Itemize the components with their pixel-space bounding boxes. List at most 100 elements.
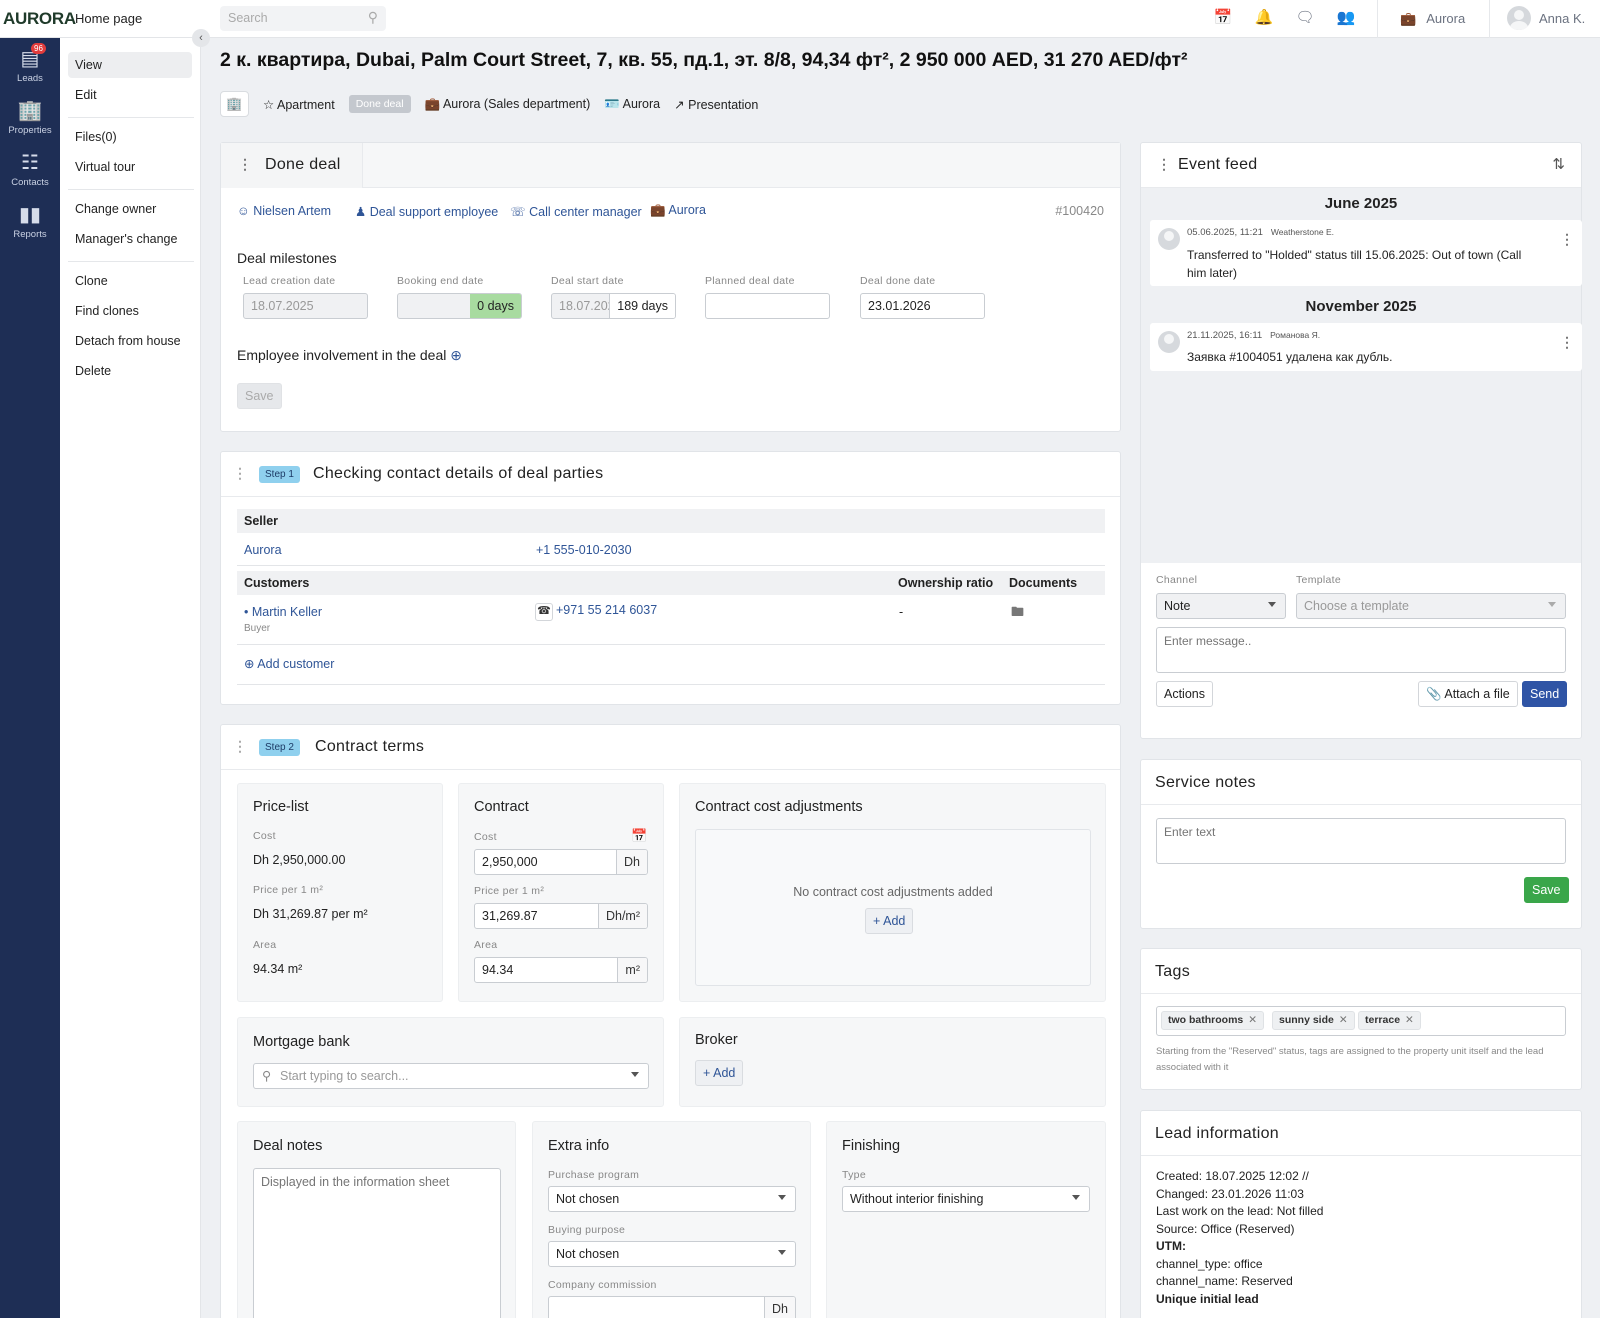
chevron-down-icon xyxy=(631,1072,639,1077)
submenu-clone[interactable]: Clone xyxy=(68,268,192,294)
add-customer-button[interactable]: ⊕ Add customer xyxy=(244,656,334,671)
customer-ownership: - xyxy=(899,605,904,619)
mortgage-search-input[interactable]: ⚲ Start typing to search... xyxy=(253,1063,649,1089)
submenu-view[interactable]: View xyxy=(68,52,192,78)
agency-crumb[interactable]: 💼 Aurora (Sales department) xyxy=(425,97,591,112)
remove-tag-icon[interactable]: ✕ xyxy=(1248,1014,1257,1026)
done-date-field[interactable]: 23.01.2026 xyxy=(860,293,985,319)
remove-tag-icon[interactable]: ✕ xyxy=(1405,1014,1414,1026)
app-logo[interactable]: AURORA xyxy=(3,9,76,29)
deal-agency[interactable]: 💼 Aurora xyxy=(650,203,706,218)
chevron-down-icon xyxy=(778,1195,786,1200)
submenu-find-clones[interactable]: Find clones xyxy=(68,298,192,324)
template-select[interactable]: Choose a template xyxy=(1296,593,1566,619)
planned-date-field[interactable] xyxy=(705,293,830,319)
ownership-header: Ownership ratio xyxy=(898,576,994,590)
purchase-program-label: Purchase program xyxy=(548,1169,640,1181)
submenu-files[interactable]: Files(0) xyxy=(68,124,192,150)
bell-icon[interactable]: 🔔 xyxy=(1254,8,1274,26)
deal-person-agent[interactable]: ☺ Nielsen Artem xyxy=(237,204,331,218)
search-input[interactable]: Search ⚲ xyxy=(220,6,386,31)
user-menu[interactable]: Anna K. xyxy=(1507,6,1585,30)
commission-field[interactable]: Dh xyxy=(548,1296,796,1318)
service-notes-save-button[interactable]: Save xyxy=(1524,877,1569,903)
search-icon: ⚲ xyxy=(262,1069,272,1083)
service-notes-header: Service notes xyxy=(1141,760,1581,805)
properties-icon: 🏢 xyxy=(17,100,43,122)
contract-cost-field[interactable]: 2,950,000 Dh xyxy=(474,849,648,875)
event-kebab-icon[interactable]: ⋮ xyxy=(1560,231,1574,248)
seller-phone[interactable]: +1 555-010-2030 xyxy=(536,543,632,557)
remove-tag-icon[interactable]: ✕ xyxy=(1339,1014,1348,1026)
phone-icon[interactable]: ☎ xyxy=(535,603,553,621)
search-placeholder: Search xyxy=(228,11,268,25)
sort-icon[interactable]: ⇅ xyxy=(1552,155,1565,173)
nav-reports-label: Reports xyxy=(13,229,47,240)
home-page-link[interactable]: Home page xyxy=(75,11,142,26)
nav-reports[interactable]: ▮▮ Reports xyxy=(0,202,60,240)
add-broker-button[interactable]: + Add xyxy=(695,1060,744,1086)
pricelist-cost-label: Cost xyxy=(253,830,276,842)
add-circle-icon[interactable]: ⊕ xyxy=(450,347,462,363)
submenu-edit[interactable]: Edit xyxy=(68,82,192,108)
deal-person-support[interactable]: ♟ Deal support employee xyxy=(355,204,498,219)
submenu-managers-change[interactable]: Manager's change xyxy=(68,226,192,252)
deal-save-button[interactable]: Save xyxy=(237,383,282,409)
tags-input[interactable]: two bathrooms ✕ sunny side ✕ terrace ✕ xyxy=(1156,1006,1566,1036)
collapse-menu-button[interactable]: ‹ xyxy=(192,29,210,47)
kebab-menu-icon[interactable]: ⋮ xyxy=(238,156,252,173)
calendar-icon[interactable]: 📅 xyxy=(631,828,647,844)
drag-handle-icon[interactable]: ⋮ xyxy=(233,738,247,755)
chat-icon[interactable]: 🗨 xyxy=(1295,8,1315,26)
owner-crumb[interactable]: 🪪 Aurora xyxy=(604,97,660,112)
nav-properties[interactable]: 🏢 Properties xyxy=(0,98,60,136)
deal-notes-title: Deal notes xyxy=(253,1138,323,1154)
broker-title: Broker xyxy=(695,1032,738,1048)
search-icon[interactable]: ⚲ xyxy=(368,9,378,26)
purchase-program-select[interactable]: Not chosen xyxy=(548,1186,796,1212)
adjustments-title: Contract cost adjustments xyxy=(695,799,863,815)
attach-file-button[interactable]: 📎 Attach a file xyxy=(1418,681,1518,707)
buying-purpose-select[interactable]: Not chosen xyxy=(548,1241,796,1267)
type-crumb[interactable]: ☆ Apartment xyxy=(263,97,335,112)
kebab-menu-icon[interactable]: ⋮ xyxy=(1157,156,1171,173)
deal-person-callcenter[interactable]: ☏ Call center manager xyxy=(510,204,642,219)
users-icon[interactable]: 👥 xyxy=(1336,8,1356,26)
submenu-virtual-tour[interactable]: Virtual tour xyxy=(68,154,192,180)
contract-ppm-field[interactable]: 31,269.87 Dh/m² xyxy=(474,903,648,929)
submenu-detach-from-house[interactable]: Detach from house xyxy=(68,328,192,354)
nav-leads[interactable]: ▤ 96 Leads xyxy=(0,43,60,84)
submenu-delete[interactable]: Delete xyxy=(68,358,192,384)
seller-name[interactable]: Aurora xyxy=(244,543,282,557)
lead-creation-field[interactable]: 18.07.2025 xyxy=(243,293,368,319)
nav-contacts[interactable]: ☷ Contacts xyxy=(0,150,60,188)
divider xyxy=(1489,0,1490,38)
add-adjustment-button[interactable]: + Add xyxy=(865,908,914,934)
booking-end-field[interactable]: 0 days xyxy=(397,293,522,319)
calendar-icon[interactable]: 📅 xyxy=(1213,8,1233,26)
building-icon[interactable]: 🏢 xyxy=(220,91,249,117)
event-author: Романова Я. xyxy=(1270,330,1321,340)
drag-handle-icon[interactable]: ⋮ xyxy=(233,465,247,482)
service-notes-input[interactable] xyxy=(1156,818,1566,864)
finishing-type-select[interactable]: Without interior finishing xyxy=(842,1186,1090,1212)
folder-icon[interactable]: 🖿 xyxy=(1011,603,1024,625)
pricelist-title: Price-list xyxy=(253,799,309,815)
event-kebab-icon[interactable]: ⋮ xyxy=(1560,334,1574,351)
user-tie-icon: ♟ xyxy=(355,205,367,219)
customer-name[interactable]: • Martin Keller xyxy=(244,605,322,619)
message-input[interactable] xyxy=(1156,627,1566,673)
channel-select[interactable]: Note xyxy=(1156,593,1286,619)
presentation-link[interactable]: ↗ Presentation xyxy=(674,97,758,112)
deal-start-field[interactable]: 18.07.2025 189 days xyxy=(551,293,676,319)
planned-date-label: Planned deal date xyxy=(705,275,795,287)
agency-switcher[interactable]: 💼 Aurora xyxy=(1400,11,1465,27)
actions-button[interactable]: Actions xyxy=(1156,681,1213,707)
tag-chip: terrace ✕ xyxy=(1358,1011,1421,1030)
deal-notes-input[interactable] xyxy=(253,1168,501,1318)
submenu-change-owner[interactable]: Change owner xyxy=(68,196,192,222)
customer-phone[interactable]: ☎ +971 55 214 6037 xyxy=(535,603,657,621)
briefcase-icon: 💼 xyxy=(424,96,441,111)
send-button[interactable]: Send xyxy=(1522,681,1568,707)
contract-area-field[interactable]: 94.34 m² xyxy=(474,957,648,983)
